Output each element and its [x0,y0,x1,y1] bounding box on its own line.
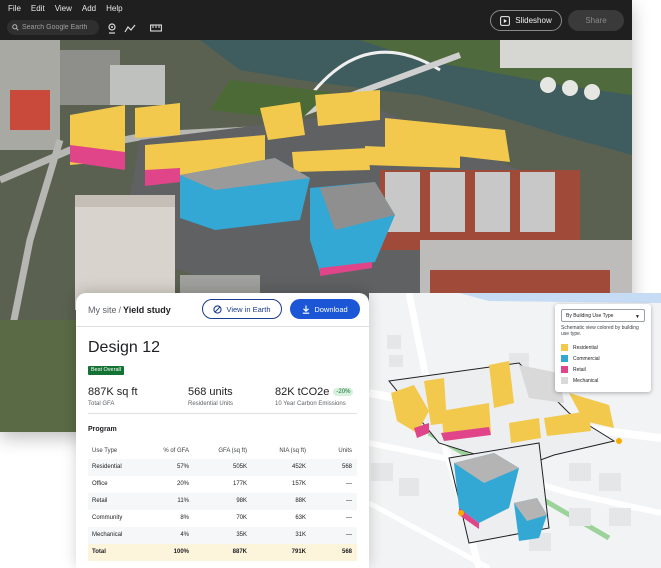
slideshow-label: Slideshow [515,16,552,25]
menu-add[interactable]: Add [82,4,96,13]
divider [88,413,357,414]
breadcrumb: My site / Yield study [88,305,171,315]
yield-study-card: My site / Yield study View in Earth Downlo… [76,293,369,568]
search-icon [12,24,19,31]
carbon-change-badge: -20% [333,388,354,397]
divider [76,326,369,327]
ruler-icon[interactable] [149,21,163,35]
location-pin-icon[interactable] [105,21,119,35]
best-overall-badge: Best Overall [88,366,124,375]
menu-help[interactable]: Help [106,4,122,13]
path-measure-icon[interactable] [123,21,137,35]
residential-swatch [561,344,568,351]
share-button[interactable]: Share [568,10,624,31]
table-row: Mechanical 4% 35K 31K — [88,527,357,544]
search-input[interactable] [22,24,98,31]
table-row: Community 8% 70K 63K — [92,515,352,521]
legend-description: Schematic view colored by building use t… [561,325,639,337]
composite-screen: File Edit View Add Help Slideshow [0,0,661,568]
color-by-select[interactable]: By Building Use Type ▼ [561,309,645,322]
breadcrumb-site[interactable]: My site [88,305,117,315]
table-total-row: Total 100% 887K 791K 568 [88,544,357,561]
red-roof-building [10,90,50,130]
table-header: Use Type % of GFA GFA (sq ft) NIA (sq ft… [92,448,352,454]
legend-item-commercial: Commercial [561,355,600,362]
table-row: Office 20% 177K 157K — [92,481,352,487]
slideshow-button[interactable]: Slideshow [490,10,562,31]
legend-item-retail: Retail [561,366,586,373]
share-label: Share [585,16,607,25]
caret-down-icon: ▼ [635,314,640,320]
map-legend: By Building Use Type ▼ Schematic view co… [555,304,651,392]
program-heading: Program [88,426,117,433]
far-bank-buildings [500,40,632,68]
poi-pin-icon[interactable] [616,438,622,444]
color-by-value: By Building Use Type [566,312,614,319]
earth-icon [213,304,223,314]
table-row: Retail 11% 98K 88K — [88,493,357,510]
breadcrumb-study: Yield study [123,305,171,315]
legend-item-residential: Residential [561,344,598,351]
metric-total-gfa: 887K sq ft Total GFA [88,386,138,407]
metric-carbon: 82K tCO2e -20% 10 Year Carbon Emissions [275,386,354,407]
slideshow-icon [500,15,511,26]
commercial-swatch [561,355,568,362]
download-button[interactable]: Download [290,299,360,319]
design-title: Design 12 [88,339,161,356]
menu-edit[interactable]: Edit [31,4,45,13]
view-in-earth-button[interactable]: View in Earth [202,299,282,319]
legend-item-mechanical: Mechanical [561,377,598,384]
table-row: Residential 57% 505K 452K 568 [88,459,357,476]
menu-view[interactable]: View [55,4,72,13]
program-table: Use Type % of GFA GFA (sq ft) NIA (sq ft… [88,443,357,561]
download-icon [303,305,310,314]
menu-file[interactable]: File [8,4,21,13]
metric-residential-units: 568 units Residential Units [188,386,234,407]
search-box[interactable] [7,20,99,35]
retail-swatch [561,366,568,373]
mechanical-swatch [561,377,568,384]
